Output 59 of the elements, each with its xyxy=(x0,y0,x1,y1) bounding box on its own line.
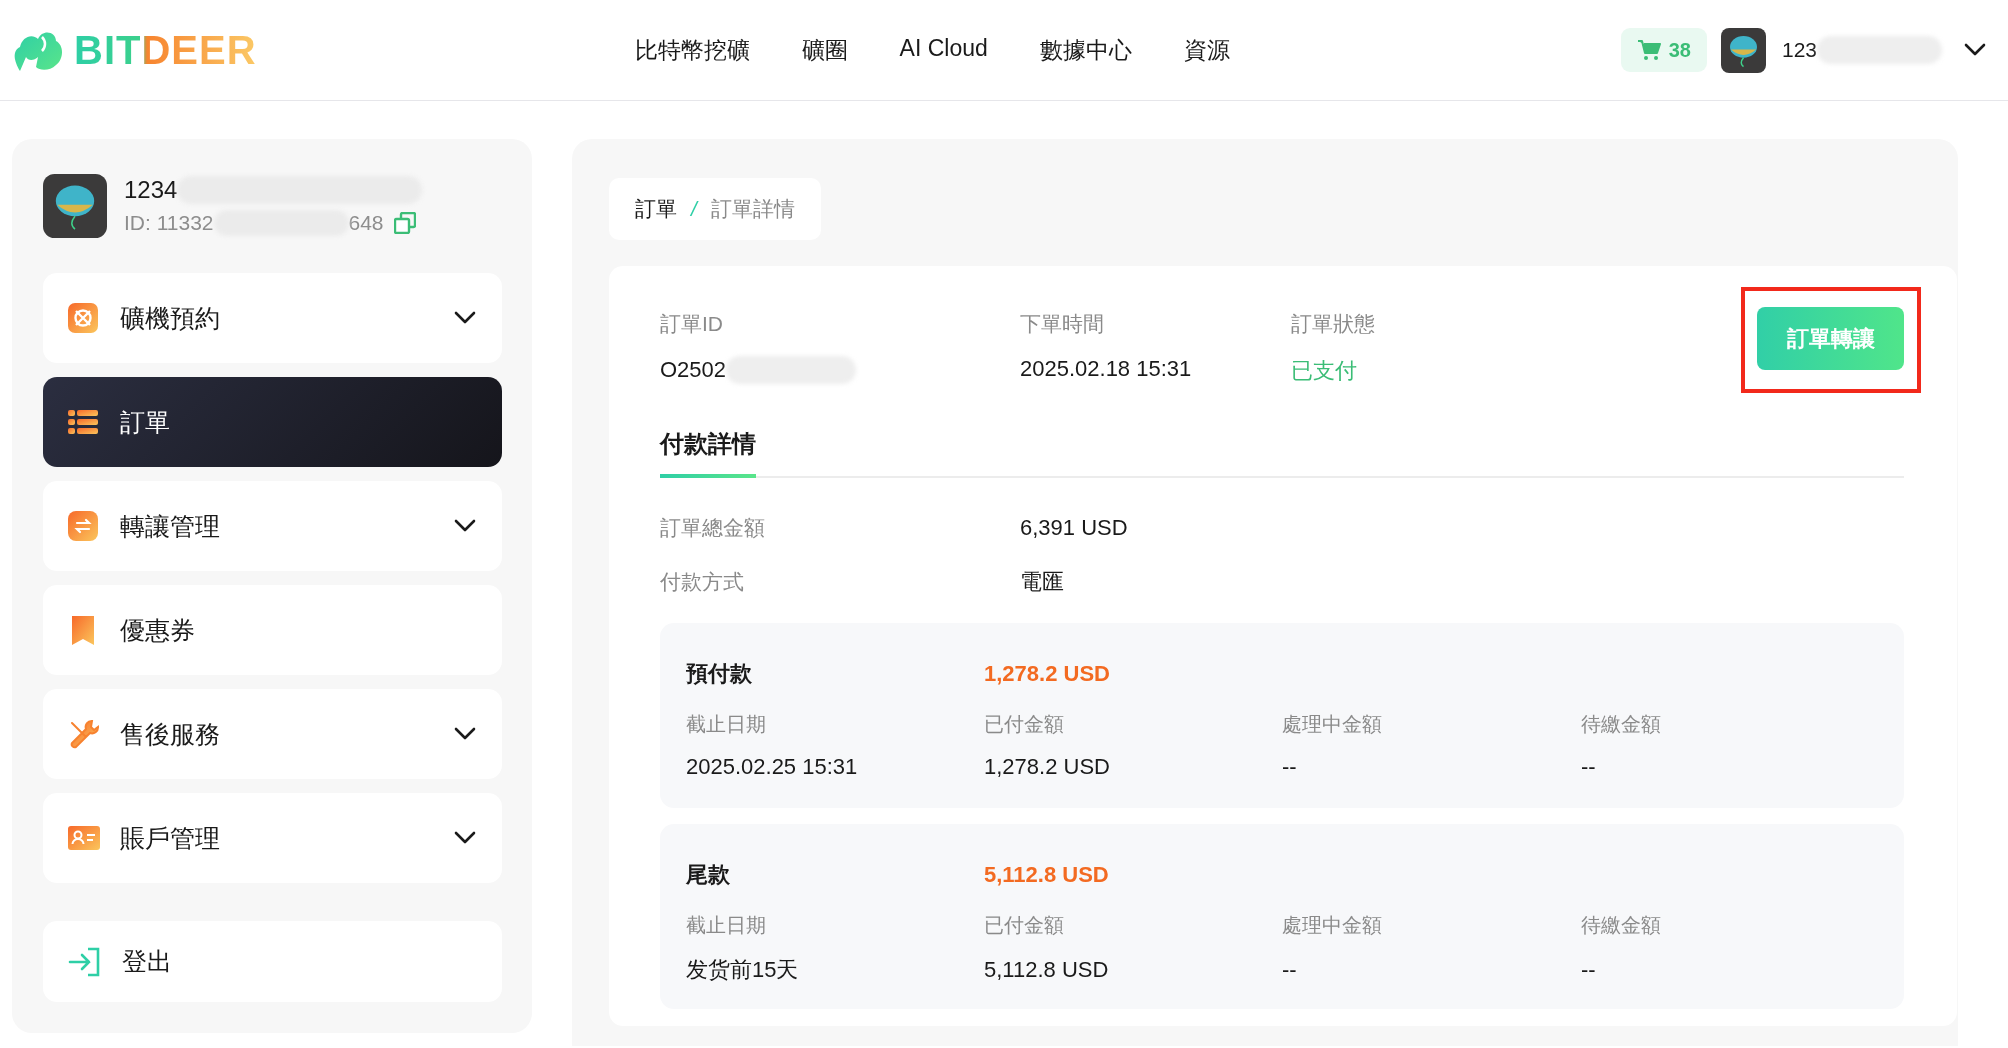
user-name: 1234 xyxy=(124,176,178,204)
field-value: -- xyxy=(1581,754,1597,780)
field-value: 5,112.8 USD xyxy=(984,956,1110,984)
breadcrumb-separator: / xyxy=(691,197,697,221)
tools-icon xyxy=(68,719,100,749)
sidebar-item[interactable]: 訂單 xyxy=(43,377,502,467)
sidebar-item[interactable]: 礦機預約 xyxy=(43,273,502,363)
payment-amount: 5,112.8 USD xyxy=(984,862,1109,888)
breadcrumb-current: 訂單詳情 xyxy=(710,196,795,222)
field-value: 2025.02.18 15:31 xyxy=(1020,356,1192,382)
field-value: -- xyxy=(1282,754,1298,780)
field-label: 截止日期 xyxy=(686,712,767,737)
payment-title: 預付款 xyxy=(686,660,753,688)
field-label: 已付金額 xyxy=(984,712,1065,737)
arrow-into-bracket-icon xyxy=(68,946,102,977)
field-label: 已付金額 xyxy=(984,913,1065,938)
sidebar-item[interactable]: 售後服務 xyxy=(43,689,502,779)
tab[interactable]: 付款詳情 xyxy=(660,428,756,478)
field-label: 付款方式 xyxy=(660,569,745,595)
field-value: -- xyxy=(1282,956,1298,984)
user-id: ID: 11332 xyxy=(124,211,214,235)
sidebar-item[interactable]: 優惠券 xyxy=(43,585,502,675)
field-value: 1,278.2 USD xyxy=(984,754,1111,780)
list-icon xyxy=(68,407,100,437)
status-text: 已支付 xyxy=(1291,357,1357,385)
field-value: 发货前15天 xyxy=(686,956,800,984)
chevron-down-icon[interactable] xyxy=(1964,43,1986,57)
field-value: O2502 xyxy=(660,357,727,383)
field-label: 訂單ID xyxy=(660,311,724,337)
field-value: 電匯 xyxy=(1020,568,1064,596)
field-label: 待繳金額 xyxy=(1581,712,1662,737)
payment-amount: 1,278.2 USD xyxy=(984,661,1110,687)
field-value: -- xyxy=(1581,956,1597,984)
breadcrumb-link[interactable]: 訂單 xyxy=(635,195,677,223)
nav-link[interactable]: 比特幣挖礦 xyxy=(634,34,750,66)
field-label: 訂單總金額 xyxy=(660,515,766,541)
payment-title: 尾款 xyxy=(686,861,731,889)
nav-link[interactable]: 礦圈 xyxy=(801,34,848,66)
user-id: 648 xyxy=(348,211,384,235)
field-value: 6,391 USD xyxy=(1020,515,1128,541)
nav-link[interactable]: AI Cloud xyxy=(899,34,988,66)
field-label: 處理中金額 xyxy=(1282,913,1383,938)
nav-link[interactable]: 數據中心 xyxy=(1039,34,1132,66)
balloon-avatar xyxy=(43,174,107,238)
field-label: 處理中金額 xyxy=(1282,712,1383,737)
nav-link[interactable]: 資源 xyxy=(1183,34,1230,66)
field-label: 下單時間 xyxy=(1020,311,1105,337)
field-label: 截止日期 xyxy=(686,913,767,938)
user-name: 123 xyxy=(1781,38,1817,62)
id-card-icon xyxy=(68,823,100,853)
cart-icon xyxy=(1636,39,1661,61)
swap-arrows-icon xyxy=(68,511,100,541)
logout-button[interactable]: 登出 xyxy=(43,921,502,1002)
field-label: 訂單狀態 xyxy=(1291,311,1376,337)
balloon-avatar xyxy=(1720,27,1766,73)
sidebar-item[interactable]: 賬戶管理 xyxy=(43,793,502,883)
sidebar-item[interactable]: 轉讓管理 xyxy=(43,481,502,571)
field-label: 待繳金額 xyxy=(1581,913,1662,938)
field-value: 2025.02.25 15:31 xyxy=(686,754,859,780)
